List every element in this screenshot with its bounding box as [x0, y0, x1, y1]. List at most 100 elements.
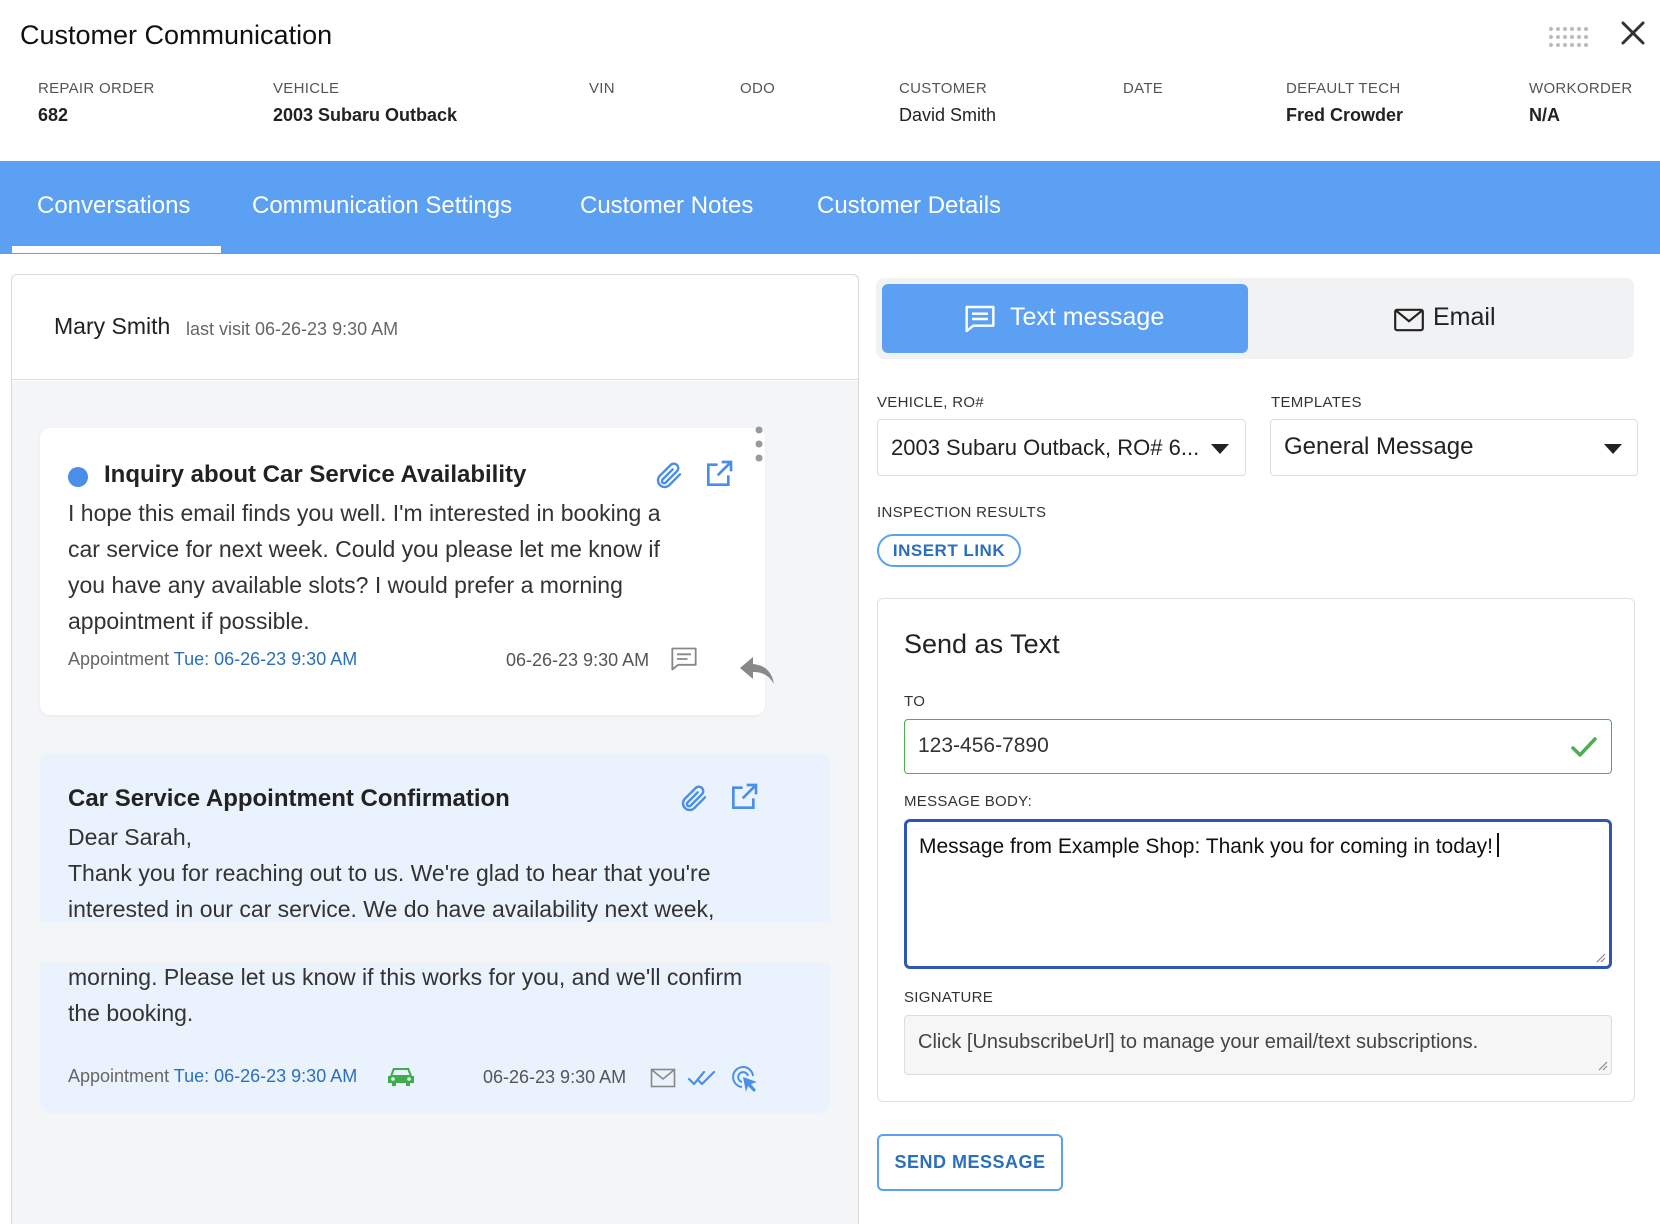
send-message-button[interactable]: SEND MESSAGE — [877, 1134, 1063, 1191]
envelope-icon — [1394, 308, 1424, 332]
unread-dot — [68, 467, 88, 487]
message-body-line: you have any available slots? I would pr… — [68, 572, 623, 598]
chat-icon — [965, 305, 995, 333]
resize-handle-icon[interactable] — [1594, 951, 1606, 963]
meta-label: DATE — [1123, 80, 1164, 97]
send-as-text-card: Send as Text TO 123-456-7890 MESSAGE BOD… — [877, 598, 1635, 1102]
appointment-info: Appointment Tue: 06-26-23 9:30 AM — [68, 649, 357, 670]
meta-label: VEHICLE — [273, 80, 340, 97]
templates-selected: General Message — [1284, 433, 1474, 460]
message-subject: Inquiry about Car Service Availability — [104, 461, 527, 488]
meta-odo: ODO — [740, 80, 775, 105]
insert-link-button[interactable]: INSERT LINK — [877, 534, 1021, 567]
meta-customer: CUSTOMER David Smith — [899, 80, 996, 126]
message-body-line: morning. Please let us know if this work… — [68, 964, 743, 990]
message-card[interactable]: Inquiry about Car Service Availability I… — [40, 428, 765, 715]
tab-customer-notes[interactable]: Customer Notes — [580, 161, 753, 254]
resize-handle-icon[interactable] — [1596, 1059, 1608, 1071]
email-mode-label: Email — [1433, 303, 1496, 331]
inspection-results-label: INSPECTION RESULTS — [877, 504, 1047, 521]
to-phone-value: 123-456-7890 — [918, 734, 1049, 757]
open-external-icon[interactable] — [703, 458, 735, 490]
meta-label: DEFAULT TECH — [1286, 80, 1401, 97]
window-title: Customer Communication — [20, 20, 333, 50]
default-tech-value: Fred Crowder — [1286, 105, 1404, 125]
double-check-icon — [688, 1070, 716, 1086]
open-external-icon[interactable] — [728, 781, 760, 813]
vehicle-ro-selected: 2003 Subaru Outback, RO# 6... — [891, 435, 1200, 460]
meta-vin: VIN — [589, 80, 615, 105]
message-body-line: the booking. — [68, 1000, 194, 1026]
click-tracked-icon — [732, 1066, 757, 1092]
meta-label: WORKORDER — [1529, 80, 1633, 97]
close-icon[interactable] — [1618, 18, 1648, 48]
message-body-line: car service for next week. Could you ple… — [68, 536, 660, 562]
meta-label: REPAIR ORDER — [38, 80, 155, 97]
conversation-thread[interactable]: Inquiry about Car Service Availability I… — [12, 381, 858, 1224]
message-body-line: appointment if possible. — [68, 608, 310, 634]
message-body-text: Message from Example Shop: Thank you for… — [919, 835, 1493, 858]
last-visit: last visit 06-26-23 9:30 AM — [186, 319, 399, 339]
thread-separator — [40, 923, 830, 963]
car-icon — [388, 1068, 414, 1086]
appointment-label: Appointment — [68, 649, 170, 669]
email-mode-button[interactable]: Email — [1262, 284, 1628, 353]
repair-order-value: 682 — [38, 105, 69, 125]
meta-repair-order: REPAIR ORDER 682 — [38, 80, 155, 126]
message-subject: Car Service Appointment Confirmation — [68, 785, 510, 812]
appointment-link[interactable]: Tue: 06-26-23 9:30 AM — [174, 1066, 357, 1086]
reply-icon[interactable] — [738, 655, 776, 687]
templates-label: TEMPLATES — [1271, 394, 1362, 411]
vehicle-ro-label: VEHICLE, RO# — [877, 394, 984, 411]
message-body-textarea[interactable]: Message from Example Shop: Thank you for… — [904, 819, 1612, 969]
message-body-line: Thank you for reaching out to us. We're … — [68, 860, 711, 886]
signature-value: Click [UnsubscribeUrl] to manage your em… — [918, 1031, 1479, 1053]
customer-value: David Smith — [899, 105, 997, 125]
to-phone-input[interactable]: 123-456-7890 — [904, 719, 1612, 774]
message-body-line: I hope this email finds you well. I'm in… — [68, 500, 661, 526]
templates-select[interactable]: General Message — [1270, 419, 1638, 476]
meta-label: ODO — [740, 80, 776, 97]
chat-icon — [671, 647, 697, 671]
chevron-down-icon — [1211, 444, 1229, 454]
conversation-panel: Mary Smith last visit 06-26-23 9:30 AM I… — [11, 274, 859, 1224]
more-vertical-icon[interactable] — [754, 424, 764, 464]
message-body-line: interested in our car service. We do hav… — [68, 896, 715, 922]
text-cursor — [1496, 833, 1499, 857]
tab-customer-details[interactable]: Customer Details — [817, 161, 1001, 254]
meta-vehicle: VEHICLE 2003 Subaru Outback — [273, 80, 457, 126]
paperclip-icon[interactable] — [677, 781, 709, 815]
message-body-line: Dear Sarah, — [68, 824, 193, 850]
conversation-header: Mary Smith last visit 06-26-23 9:30 AM — [12, 275, 858, 380]
workorder-value: N/A — [1529, 105, 1560, 125]
chevron-down-icon — [1604, 444, 1622, 454]
appointment-label: Appointment — [68, 1066, 170, 1086]
send-as-text-title: Send as Text — [904, 629, 1060, 659]
message-body-value: Message from Example Shop: Thank you for… — [919, 833, 1499, 859]
checkmark-icon — [1571, 737, 1597, 757]
active-tab-indicator — [12, 246, 221, 253]
vehicle-ro-select[interactable]: 2003 Subaru Outback, RO# 6... — [877, 419, 1246, 476]
envelope-icon — [650, 1068, 676, 1088]
apps-grid-icon[interactable] — [1548, 26, 1590, 48]
text-message-mode-label: Text message — [1010, 303, 1165, 331]
to-label: TO — [904, 693, 926, 710]
appointment-link[interactable]: Tue: 06-26-23 9:30 AM — [174, 649, 357, 669]
meta-date: DATE — [1123, 80, 1163, 105]
tab-conversations[interactable]: Conversations — [37, 161, 190, 254]
meta-workorder: WORKORDER N/A — [1529, 80, 1633, 126]
mode-switcher: Text message Email — [876, 278, 1634, 359]
text-message-mode-button[interactable]: Text message — [882, 284, 1248, 353]
vehicle-value: 2003 Subaru Outback — [273, 105, 458, 125]
meta-default-tech: DEFAULT TECH Fred Crowder — [1286, 80, 1403, 126]
message-body: I hope this email finds you well. I'm in… — [68, 495, 748, 639]
contact-name: Mary Smith — [54, 313, 171, 339]
message-timestamp: 06-26-23 9:30 AM — [506, 650, 650, 670]
message-body-label: MESSAGE BODY: — [904, 793, 1033, 810]
tab-communication-settings[interactable]: Communication Settings — [252, 161, 512, 254]
message-timestamp: 06-26-23 9:30 AM — [483, 1067, 627, 1087]
signature-textarea[interactable]: Click [UnsubscribeUrl] to manage your em… — [904, 1015, 1612, 1075]
paperclip-icon[interactable] — [652, 458, 684, 492]
signature-label: SIGNATURE — [904, 989, 994, 1006]
appointment-info: Appointment Tue: 06-26-23 9:30 AM — [68, 1066, 357, 1087]
